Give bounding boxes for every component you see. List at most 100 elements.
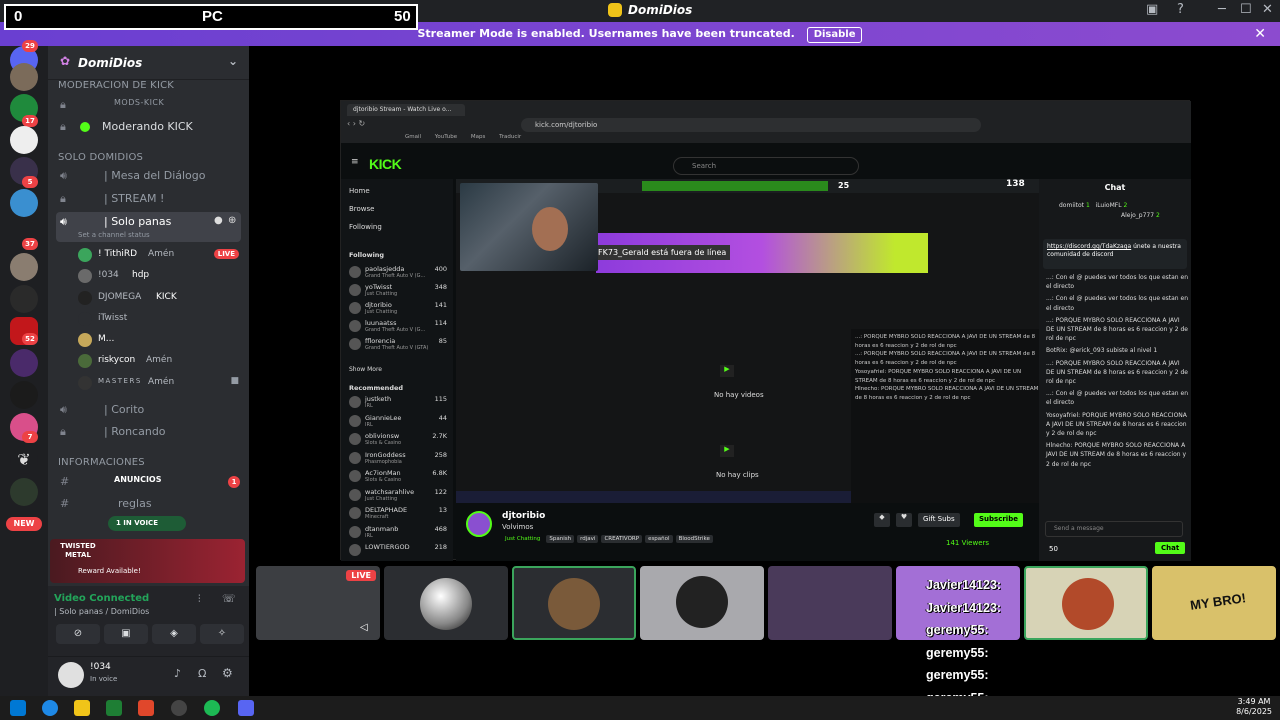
screen-share-button[interactable]: ▣ xyxy=(104,624,148,644)
guild-header[interactable]: ✿ DomiDios ⌄ xyxy=(48,46,249,80)
file-explorer-icon[interactable] xyxy=(74,700,90,716)
menu-icon[interactable]: ≡ xyxy=(351,157,359,167)
server-icon[interactable] xyxy=(10,381,38,409)
avatar[interactable] xyxy=(58,662,84,688)
play-icon[interactable]: ▶ xyxy=(720,365,734,377)
url-bar[interactable]: kick.com/djtoribio xyxy=(521,118,981,132)
channel-mesa-del-dialogo[interactable]: 🔊︎ | Mesa del Diálogo xyxy=(56,166,241,186)
streamer-avatar[interactable] xyxy=(466,511,492,537)
stream-tag[interactable]: Just Chatting xyxy=(502,535,543,543)
mute-icon[interactable]: ◁ xyxy=(360,622,368,633)
category-moderacion[interactable]: MODERACION DE KICK xyxy=(58,80,174,91)
channel-link[interactable]: Ac7ionMan xyxy=(365,469,401,477)
channel-link[interactable]: yoTwisst xyxy=(365,283,392,291)
stream-tag[interactable]: Spanish xyxy=(546,535,575,543)
channel-moderando-kick[interactable]: 🔒︎ Moderando KICK xyxy=(56,117,241,137)
server-icon[interactable] xyxy=(10,349,38,377)
invite-icon[interactable]: ⊕ xyxy=(228,215,236,226)
edge-icon[interactable] xyxy=(42,700,58,716)
nav-home[interactable]: Home xyxy=(349,187,370,195)
category-solo-domidios[interactable]: SOLO DOMIDIOS xyxy=(58,152,143,163)
server-icon[interactable] xyxy=(10,189,38,217)
server-icon[interactable] xyxy=(10,126,38,154)
spotify-icon[interactable] xyxy=(204,700,220,716)
participant-tile[interactable]: MY BRO! xyxy=(1152,566,1276,640)
participant-tile[interactable] xyxy=(384,566,508,640)
participant-tile[interactable] xyxy=(640,566,764,640)
channel-link[interactable]: watchsarahlive xyxy=(365,488,414,496)
subscribe-button[interactable]: Subscribe xyxy=(974,513,1023,527)
stream-tag[interactable]: rdjavi xyxy=(577,535,599,543)
channel-link[interactable]: DELTAPHADE xyxy=(365,506,407,514)
excel-icon[interactable] xyxy=(106,700,122,716)
banner-close-icon[interactable]: ✕ xyxy=(1254,22,1266,46)
minimize-button[interactable]: ─ xyxy=(1218,2,1226,17)
channel-link[interactable]: LOWTIERGOD xyxy=(365,543,410,551)
camera-off-button[interactable]: ⊘ xyxy=(56,624,100,644)
participant-tile-stream[interactable]: LIVE ◁ xyxy=(256,566,380,640)
gear-icon[interactable]: ⚙ xyxy=(222,666,233,680)
participant-tile-speaking[interactable] xyxy=(1024,566,1148,640)
system-clock[interactable]: 3:49 AM 8/6/2025 xyxy=(1236,697,1272,717)
channel-solo-panas[interactable]: 🔊︎ | Solo panas Set a channel status ● ⊕ xyxy=(56,212,241,242)
kick-logo[interactable]: KICK xyxy=(369,156,402,172)
points-counter[interactable]: 50 xyxy=(1049,545,1058,553)
headphones-icon[interactable]: Ω xyxy=(198,667,206,680)
butterfly-icon[interactable]: ❦ xyxy=(10,446,38,474)
disable-streamer-mode-button[interactable]: Disable xyxy=(806,27,863,43)
channel-corito[interactable]: 🔊︎ | Corito xyxy=(56,400,241,420)
gift-subs-button[interactable]: Gift Subs xyxy=(918,513,960,527)
channel-status[interactable]: Set a channel status xyxy=(78,231,150,239)
channel-link[interactable]: IronGoddess xyxy=(365,451,406,459)
nav-arrows-icon[interactable]: ‹ › ↻ xyxy=(347,119,365,128)
microphone-icon[interactable]: ♪ xyxy=(174,667,181,680)
browser-tab[interactable]: djtoribio Stream - Watch Live o... xyxy=(347,104,465,116)
nav-browse[interactable]: Browse xyxy=(349,205,375,213)
channel-link[interactable]: luunaatss xyxy=(365,319,396,327)
soundboard-button[interactable]: ✧ xyxy=(200,624,244,644)
show-more-link[interactable]: Show More xyxy=(349,366,382,373)
stream-tag[interactable]: BloodStrike xyxy=(675,535,713,543)
play-icon[interactable]: ▶ xyxy=(720,445,734,457)
chat-input[interactable]: Send a message xyxy=(1045,521,1183,537)
participant-tile-video[interactable] xyxy=(768,566,892,640)
disconnect-icon[interactable]: ☏ xyxy=(222,592,236,605)
twisted-metal-promo[interactable]: TWISTED METAL Reward Available! xyxy=(50,539,245,583)
channel-link[interactable]: GiannieLee xyxy=(365,414,401,422)
inbox-icon[interactable]: ▣ xyxy=(1146,2,1158,17)
voice-user[interactable]: DJOMEGA KICK xyxy=(78,289,243,308)
noise-icon[interactable]: ⫶ xyxy=(198,594,201,605)
discord-icon[interactable] xyxy=(238,700,254,716)
kick-player[interactable]: 25 138 FK73_Gerald está fuera de línea N… xyxy=(456,179,1039,503)
voice-user[interactable]: iTwisst xyxy=(78,310,243,329)
voice-user[interactable]: !034 hdp xyxy=(78,267,243,286)
chat-bubble-icon[interactable]: ● xyxy=(214,215,223,226)
server-icon[interactable] xyxy=(10,253,38,281)
channel-mods-kick[interactable]: 🔒︎ MODS-KICK xyxy=(56,95,241,115)
server-icon[interactable] xyxy=(10,285,38,313)
channel-link[interactable]: dtanmanb xyxy=(365,525,398,533)
activity-button[interactable]: ◈ xyxy=(152,624,196,644)
nav-following[interactable]: Following xyxy=(349,223,382,231)
maximize-button[interactable]: ☐ xyxy=(1240,2,1252,17)
channel-reglas[interactable]: # reglas xyxy=(56,494,241,514)
help-icon[interactable]: ? xyxy=(1177,2,1184,17)
server-icon[interactable] xyxy=(10,478,38,506)
server-icon[interactable] xyxy=(10,63,38,91)
voice-user[interactable]: MASTERS Amén ■ xyxy=(78,374,243,393)
voice-user[interactable]: ! TithiRD Amén LIVE xyxy=(78,246,243,265)
voice-connected-label[interactable]: Video Connected xyxy=(54,593,149,604)
channel-roncando[interactable]: 🔒︎ | Roncando xyxy=(56,422,241,442)
channel-link[interactable]: oblivionsw xyxy=(365,432,399,440)
channel-link[interactable]: paolasjedda xyxy=(365,265,404,273)
channel-anuncios[interactable]: # ANUNCIOS 1 xyxy=(56,472,241,492)
kick-search-input[interactable]: Search xyxy=(673,157,859,175)
shared-screen[interactable]: djtoribio Stream - Watch Live o... ‹ › ↻… xyxy=(340,100,1191,561)
channel-link[interactable]: justketh xyxy=(365,395,391,403)
stream-tag[interactable]: CREATIVORP xyxy=(601,535,643,543)
bell-icon[interactable]: ◆ xyxy=(874,513,890,527)
participant-tile-speaking[interactable] xyxy=(512,566,636,640)
channel-link[interactable]: fflorencia xyxy=(365,337,395,345)
channel-stream[interactable]: 🔒︎ | STREAM ! xyxy=(56,189,241,209)
voice-user[interactable]: riskycon Amén xyxy=(78,352,243,371)
